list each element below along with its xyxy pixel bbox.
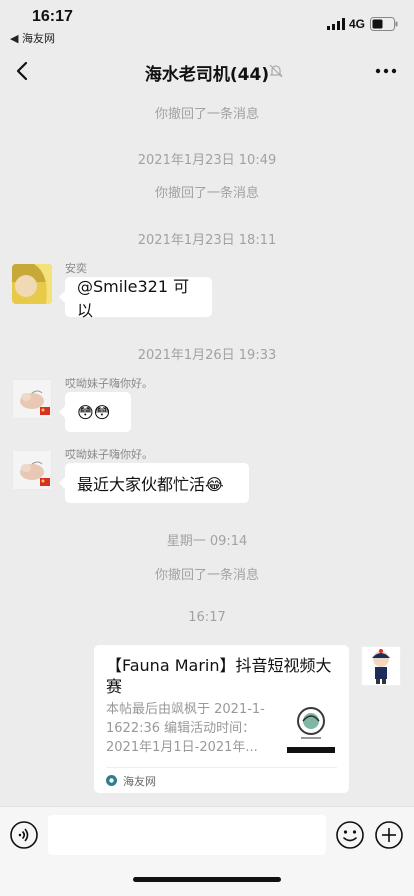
- recall-notice: 你撤回了一条消息: [154, 568, 259, 583]
- plus-icon[interactable]: [374, 820, 404, 850]
- chat-header: 海水老司机(44): [0, 48, 414, 94]
- emoji-icon[interactable]: [335, 820, 365, 850]
- card-divider: [106, 767, 337, 768]
- timestamp: 16:17: [188, 610, 226, 625]
- battery-icon: [370, 17, 398, 31]
- card-title: 【Fauna Marin】抖音短视频大赛: [106, 656, 332, 696]
- my-avatar[interactable]: [361, 646, 401, 686]
- home-indicator: [133, 877, 281, 882]
- card-thumbnail: [284, 699, 338, 753]
- input-bar: [0, 806, 414, 896]
- message-bubble[interactable]: 最近大家伙都忙活😂: [59, 463, 249, 503]
- more-icon[interactable]: [374, 60, 398, 82]
- link-card[interactable]: 【Fauna Marin】抖音短视频大赛 本帖最后由飒枫于 2021-1-162…: [94, 645, 349, 793]
- status-bar: 16:17 ◀ 海友网 4G: [0, 0, 414, 48]
- avatar[interactable]: [12, 264, 52, 304]
- mute-icon: [269, 64, 283, 78]
- source-logo-icon: [106, 775, 117, 786]
- avatar[interactable]: [12, 450, 52, 490]
- message-bubble[interactable]: 😳😳: [59, 392, 131, 432]
- card-source: 海友网: [123, 775, 156, 788]
- timestamp: 2021年1月23日 10:49: [137, 153, 277, 168]
- avatar[interactable]: [12, 379, 52, 419]
- message-bubble[interactable]: @Smile321 可以: [59, 277, 212, 320]
- timestamp: 星期一 09:14: [166, 534, 248, 549]
- signal-icon: [327, 18, 345, 30]
- status-time: 16:17: [32, 8, 73, 25]
- network-type: 4G: [349, 17, 366, 31]
- card-description: 本帖最后由飒枫于 2021-1-1622:36 编辑活动时间：2021年1月1日…: [106, 702, 265, 755]
- sender-name: 哎呦妹子嗨你好。: [65, 448, 153, 461]
- timestamp: 2021年1月26日 19:33: [137, 348, 277, 363]
- sender-name: 哎呦妹子嗨你好。: [65, 377, 153, 390]
- timestamp: 2021年1月23日 18:11: [137, 233, 277, 248]
- recall-notice: 你撤回了一条消息: [154, 186, 259, 201]
- message-input[interactable]: [48, 815, 326, 855]
- voice-input-icon[interactable]: [9, 820, 39, 850]
- back-to-app-link[interactable]: ◀ 海友网: [10, 30, 55, 46]
- chat-title: 海水老司机(44): [144, 65, 270, 85]
- recall-notice: 你撤回了一条消息: [154, 107, 259, 122]
